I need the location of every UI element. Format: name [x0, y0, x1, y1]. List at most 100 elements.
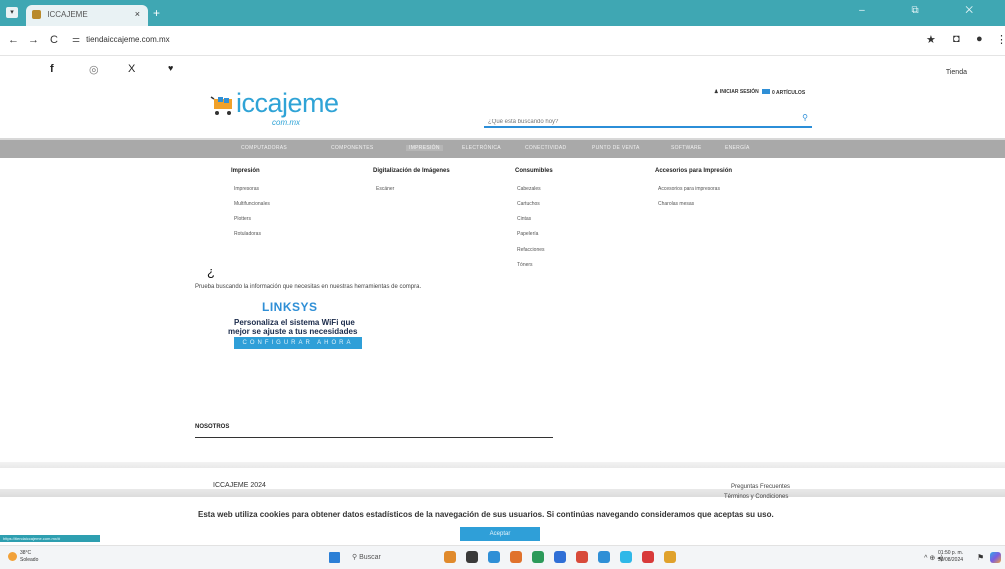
- menu-link[interactable]: Charolas mesas: [658, 201, 694, 207]
- taskbar-app-icon[interactable]: [664, 551, 676, 563]
- main-nav: COMPUTADORAS COMPONENTES IMPRESIÓN ELECT…: [0, 138, 1005, 158]
- menu-link[interactable]: Tóners: [517, 262, 533, 268]
- nav-item-computadoras[interactable]: COMPUTADORAS: [241, 145, 287, 151]
- cart-icon: [762, 89, 770, 94]
- browser-tab-bar: ▾ ICCAJEME × + – ⧉ ✕: [0, 0, 1005, 26]
- back-button[interactable]: ←: [8, 34, 19, 46]
- weather-desc: Soleado: [20, 557, 39, 563]
- location-icon[interactable]: ♥: [168, 63, 173, 73]
- logo-domain: com.mx: [272, 118, 300, 127]
- sun-icon: [8, 552, 17, 561]
- tab-title: ICCAJEME: [47, 10, 88, 19]
- terms-link[interactable]: Términos y Condiciones: [724, 494, 788, 500]
- menu-link[interactable]: Escáner: [376, 186, 394, 192]
- weather-temp: 38°C: [20, 550, 32, 556]
- cart-logo-icon: [210, 96, 232, 115]
- x-icon[interactable]: X: [128, 63, 135, 75]
- nav-item-impresion[interactable]: IMPRESIÓN: [406, 145, 443, 151]
- nav-item-conectividad[interactable]: CONECTIVIDAD: [525, 145, 566, 151]
- cookie-banner: Esta web utiliza cookies para obtener da…: [0, 505, 1005, 545]
- footer-divider: [0, 462, 1005, 468]
- login-link[interactable]: ♟ INICIAR SESIÓN: [714, 89, 759, 95]
- taskbar-app-icon[interactable]: [444, 551, 456, 563]
- menu-link[interactable]: Multifuncionales: [234, 201, 270, 207]
- taskbar-app-icon[interactable]: [510, 551, 522, 563]
- linksys-banner[interactable]: LINKSYS Personaliza el sistema WiFi que …: [228, 300, 368, 354]
- taskbar: 38°C Soleado ⚲ Buscar ^ ⊕ ◂) 01:50 p. m.…: [0, 545, 1005, 569]
- taskbar-search[interactable]: ⚲ Buscar: [352, 553, 381, 561]
- tab-search-button[interactable]: ▾: [6, 7, 18, 18]
- banner-line-1: Personaliza el sistema WiFi que: [234, 318, 355, 327]
- window-controls[interactable]: – ⧉ ✕: [859, 5, 995, 16]
- taskbar-app-icon[interactable]: [598, 551, 610, 563]
- site-logo[interactable]: iccajeme com.mx: [210, 88, 360, 128]
- address-bar: ← → C ⚌ tiendaiccajeme.com.mx ★ ◘ ● ⋮: [0, 26, 1005, 56]
- tab-close-icon[interactable]: ×: [135, 9, 140, 19]
- search-icon[interactable]: ⚲: [802, 113, 808, 122]
- taskbar-app-icon[interactable]: [466, 551, 478, 563]
- copilot-icon[interactable]: [990, 552, 1001, 563]
- facebook-icon[interactable]: f: [50, 63, 54, 75]
- cookie-message: Esta web utiliza cookies para obtener da…: [198, 510, 774, 519]
- menu-heading-accesorios[interactable]: Accesorios para Impresión: [655, 168, 732, 174]
- nav-divider: [0, 138, 1005, 140]
- notification-icon[interactable]: ⚑: [977, 553, 984, 562]
- store-link[interactable]: Tienda: [946, 69, 967, 76]
- about-divider: [195, 437, 553, 438]
- star-icon[interactable]: ★: [926, 33, 936, 46]
- clock[interactable]: 01:50 p. m. 30/08/2024: [938, 550, 963, 564]
- search-box: ⚲: [484, 110, 812, 130]
- menu-heading-impresion[interactable]: Impresión: [231, 168, 260, 174]
- menu-link[interactable]: Plotters: [234, 216, 251, 222]
- copyright-text: ICCAJEME 2024: [213, 482, 266, 489]
- clock-time: 01:50 p. m.: [938, 550, 964, 556]
- menu-link[interactable]: Accesorios para impresoras: [658, 186, 720, 192]
- cart-link[interactable]: 0 ARTÍCULOS: [762, 89, 805, 96]
- banner-brand: LINKSYS: [262, 300, 318, 314]
- search-hint-text: Prueba buscando la información que neces…: [195, 284, 422, 290]
- nav-item-energia[interactable]: ENERGÍA: [725, 145, 750, 151]
- taskbar-app-icon[interactable]: [488, 551, 500, 563]
- menu-link[interactable]: Papelería: [517, 231, 538, 237]
- about-heading: NOSOTROS: [195, 424, 230, 430]
- menu-link[interactable]: Impresoras: [234, 186, 259, 192]
- weather-widget[interactable]: 38°C Soleado: [8, 550, 38, 564]
- taskbar-app-icon[interactable]: [554, 551, 566, 563]
- menu-link[interactable]: Cabezales: [517, 186, 541, 192]
- footer-bar: [0, 489, 1005, 497]
- faq-link[interactable]: Preguntas Frecuentes: [731, 484, 790, 490]
- clock-date: 30/08/2024: [938, 557, 964, 563]
- nav-item-software[interactable]: SOFTWARE: [671, 145, 702, 151]
- menu-link[interactable]: Cintas: [517, 216, 531, 222]
- menu-link[interactable]: Rotuladoras: [234, 231, 261, 237]
- search-input[interactable]: [484, 114, 784, 130]
- url-field[interactable]: ⚌ tiendaiccajeme.com.mx: [72, 34, 170, 45]
- instagram-icon[interactable]: ◎: [89, 63, 99, 76]
- nav-item-punto-de-venta[interactable]: PUNTO DE VENTA: [592, 145, 640, 151]
- configure-now-button[interactable]: CONFIGURAR AHORA: [234, 337, 362, 349]
- menu-icon[interactable]: ⋮: [996, 33, 1005, 46]
- taskbar-app-icon[interactable]: [576, 551, 588, 563]
- extensions-icon[interactable]: ◘: [953, 33, 960, 45]
- taskbar-app-icon[interactable]: [620, 551, 632, 563]
- nav-item-electronica[interactable]: ELECTRÓNICA: [462, 145, 501, 151]
- taskbar-app-icon[interactable]: [532, 551, 544, 563]
- status-url: https://tiendaiccajeme.com.mx/#: [0, 535, 100, 542]
- question-mark: ¿: [207, 264, 215, 279]
- url-text: tiendaiccajeme.com.mx: [86, 35, 170, 44]
- windows-start-icon[interactable]: [329, 552, 340, 563]
- forward-button[interactable]: →: [28, 34, 39, 46]
- browser-tab[interactable]: ICCAJEME ×: [26, 5, 148, 26]
- new-tab-button[interactable]: +: [153, 6, 160, 20]
- logo-text: iccajeme: [236, 88, 339, 118]
- taskbar-app-icon[interactable]: [642, 551, 654, 563]
- profile-icon[interactable]: ●: [976, 33, 983, 45]
- cookie-accept-button[interactable]: Aceptar: [460, 527, 540, 541]
- site-info-icon[interactable]: ⚌: [72, 34, 80, 44]
- reload-button[interactable]: C: [50, 34, 58, 46]
- menu-link[interactable]: Refacciones: [517, 247, 545, 253]
- nav-item-componentes[interactable]: COMPONENTES: [331, 145, 373, 151]
- menu-heading-digitalizacion[interactable]: Digitalización de Imágenes: [373, 168, 450, 174]
- menu-link[interactable]: Cartuchos: [517, 201, 540, 207]
- menu-heading-consumibles[interactable]: Consumibles: [515, 168, 553, 174]
